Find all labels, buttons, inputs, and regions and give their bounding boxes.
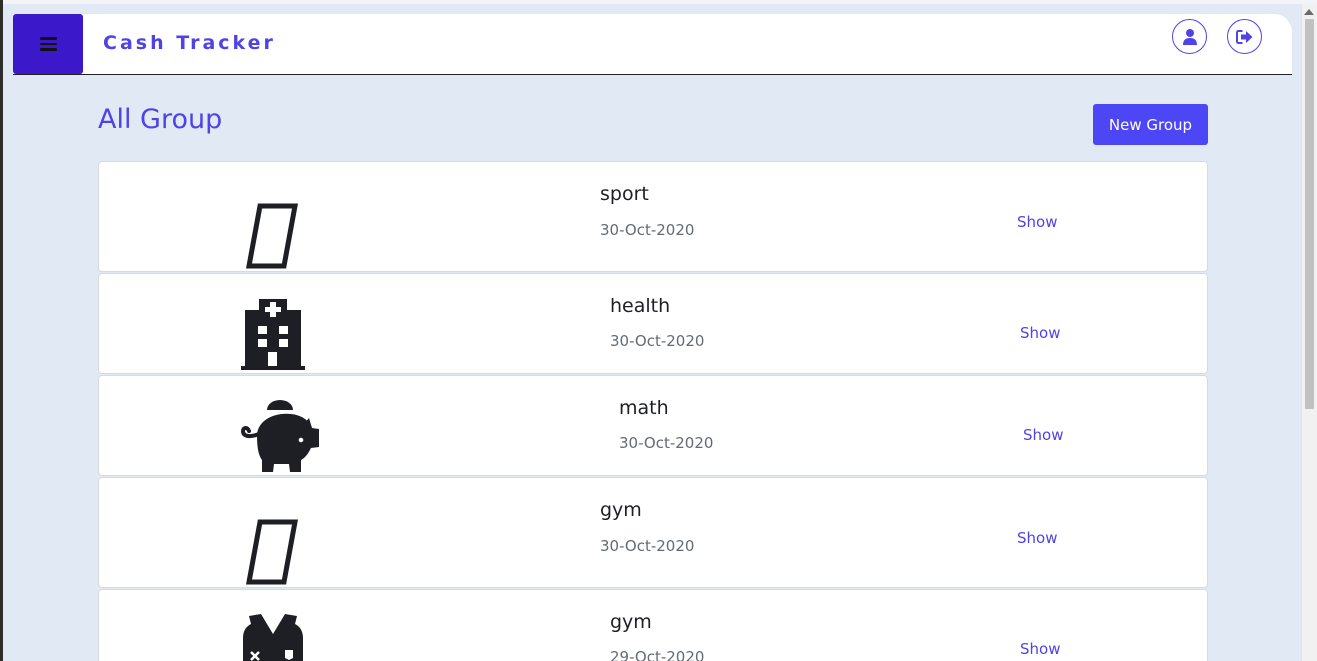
group-date: 29-Oct-2020 [610, 648, 705, 661]
group-card: gym 30-Oct-2020 Show [98, 477, 1208, 588]
group-card: health 30-Oct-2020 Show [98, 273, 1208, 374]
window-left-edge [0, 0, 3, 661]
group-name: health [610, 295, 671, 317]
window-top-edge [0, 0, 1317, 4]
group-name: math [619, 397, 669, 419]
top-navbar: Cash Tracker [13, 14, 1292, 75]
show-group-link[interactable]: Show [1020, 324, 1060, 342]
show-group-link[interactable]: Show [1017, 529, 1057, 547]
show-group-link[interactable]: Show [1020, 640, 1060, 658]
logout-button[interactable] [1227, 19, 1262, 54]
logout-icon [1235, 29, 1252, 44]
group-name: gym [600, 499, 642, 521]
user-icon [1182, 28, 1197, 45]
group-date: 30-Oct-2020 [600, 537, 695, 555]
group-date: 30-Oct-2020 [600, 221, 695, 239]
group-card: math 30-Oct-2020 Show [98, 375, 1208, 476]
scroll-up-arrow-icon[interactable] [1304, 9, 1314, 15]
menu-toggle-button[interactable] [13, 14, 83, 74]
group-date: 30-Oct-2020 [619, 434, 714, 452]
group-card: gym 29-Oct-2020 Show [98, 589, 1208, 661]
group-card: sport 30-Oct-2020 Show [98, 161, 1208, 272]
show-group-link[interactable]: Show [1023, 426, 1063, 444]
group-date: 30-Oct-2020 [610, 332, 705, 350]
brand-title: Cash Tracker [103, 32, 276, 54]
show-group-link[interactable]: Show [1017, 213, 1057, 231]
missing-glyph-icon [246, 519, 298, 585]
hamburger-icon [39, 37, 57, 51]
piggy-bank-icon [240, 400, 319, 472]
group-name: gym [610, 611, 652, 633]
new-group-button[interactable]: New Group [1093, 104, 1208, 145]
vest-icon [243, 614, 303, 661]
hospital-icon [241, 299, 305, 370]
page-title: All Group [98, 104, 223, 135]
group-name: sport [600, 183, 649, 205]
scrollbar-thumb[interactable] [1305, 19, 1314, 409]
missing-glyph-icon [246, 203, 298, 269]
profile-button[interactable] [1172, 19, 1207, 54]
